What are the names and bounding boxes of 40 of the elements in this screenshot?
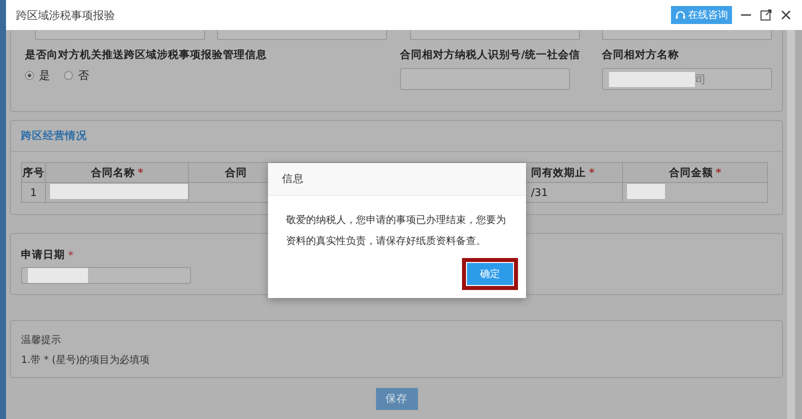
required-mark: * — [716, 166, 722, 178]
table-cell: /31 — [531, 186, 548, 198]
column-header: 序号 — [22, 166, 44, 178]
radio-button[interactable] — [25, 71, 34, 80]
radio-label: 是 — [39, 68, 50, 83]
window-title: 跨区域涉税事项报验 — [16, 8, 115, 22]
headset-icon — [675, 10, 686, 20]
required-mark: * — [68, 248, 74, 262]
radio-button[interactable] — [64, 71, 73, 80]
input-field[interactable]: 司 — [602, 68, 772, 90]
dialog-title: 信息 — [282, 172, 304, 186]
radio-label: 否 — [78, 68, 89, 83]
section-title: 跨区经营情况 — [21, 129, 87, 143]
table-cell: 1 — [22, 182, 46, 202]
field-label: 是否向对方机关推送跨区域涉税事项报验管理信息 — [25, 48, 268, 62]
field-label: 合同相对方纳税人识别号/统一社会信 — [400, 48, 580, 62]
input-field[interactable] — [217, 30, 387, 40]
column-header: 同有效期止 — [531, 166, 586, 178]
field-label: 申请日期 — [21, 248, 65, 262]
online-consult-button[interactable]: 在线咨询 — [671, 6, 732, 24]
column-header: 合同名称 — [90, 166, 135, 178]
field-label: 合同相对方名称 — [602, 48, 680, 62]
confirm-button[interactable]: 确定 — [467, 263, 513, 285]
input-field[interactable] — [410, 30, 580, 40]
input-field[interactable] — [400, 68, 570, 90]
maximize-icon[interactable] — [760, 9, 772, 21]
dialog-message: 敬爱的纳税人，您申请的事项已办理结束，您要为资料的真实性负责，请保存好纸质资料备查。 — [286, 214, 507, 249]
tip-text: 1.带 * (星号)的项目为必填项 — [21, 354, 151, 367]
column-header: 合同 — [225, 166, 247, 178]
redaction-block — [627, 184, 665, 198]
close-icon[interactable] — [780, 9, 792, 21]
column-header: 合同金额 — [668, 166, 713, 178]
input-field[interactable] — [602, 30, 772, 40]
redaction-block — [28, 268, 88, 283]
input-field[interactable] — [21, 267, 191, 284]
required-mark: * — [589, 166, 594, 178]
tips-title: 温馨提示 — [21, 334, 62, 347]
save-button[interactable]: 保存 — [376, 388, 418, 410]
input-field[interactable] — [35, 30, 205, 40]
required-mark: * — [138, 166, 144, 178]
